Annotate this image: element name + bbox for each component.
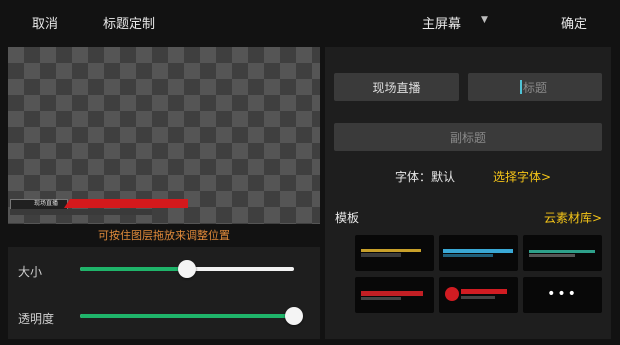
opacity-slider-fill (80, 314, 294, 318)
size-label: 大小 (18, 265, 43, 279)
preview-canvas[interactable]: 现场直播 (8, 47, 320, 224)
template-teal-bar[interactable] (523, 235, 602, 271)
choose-font-link[interactable]: 选择字体> (493, 168, 551, 185)
title-input[interactable]: 标题 (468, 73, 602, 101)
text-cursor (520, 80, 522, 94)
opacity-label: 透明度 (18, 312, 55, 326)
lower-third-red-bar (64, 199, 188, 208)
settings-panel: 现场直播 标题 副标题 字体：默认 选择字体> 模板 云素材库> ••• (325, 47, 611, 339)
template-gold-bar[interactable] (355, 235, 434, 271)
drag-hint: 可按住图层拖放来调整位置 (98, 229, 230, 242)
top-bar: 取消 标题定制 主屏幕 ▼ 确定 (0, 0, 620, 44)
size-slider[interactable] (80, 260, 294, 278)
template-cyan-bar[interactable] (439, 235, 518, 271)
size-slider-handle[interactable] (178, 260, 196, 278)
screen-selector[interactable]: 主屏幕 (422, 13, 461, 32)
page-title: 标题定制 (103, 17, 156, 32)
slider-panel: 大小 透明度 (8, 247, 320, 339)
cancel-button[interactable]: 取消 (32, 13, 58, 32)
opacity-slider[interactable] (80, 307, 303, 325)
lower-third-layer[interactable]: 现场直播 (10, 197, 190, 217)
template-more[interactable]: ••• (523, 277, 602, 313)
live-broadcast-button[interactable]: 现场直播 (334, 73, 459, 101)
opacity-slider-handle[interactable] (285, 307, 303, 325)
more-icon: ••• (547, 286, 578, 302)
template-red-circle[interactable] (439, 277, 518, 313)
lower-third-label: 现场直播 (34, 200, 59, 207)
subtitle-input[interactable]: 副标题 (334, 123, 602, 151)
cloud-library-link[interactable]: 云素材库> (544, 209, 602, 226)
template-label: 模板 (335, 211, 360, 225)
font-label: 字体：默认 (395, 170, 456, 184)
size-slider-fill (80, 267, 187, 271)
confirm-button[interactable]: 确定 (561, 13, 587, 32)
lower-third-subtitle-bar (10, 209, 152, 215)
title-placeholder: 标题 (522, 80, 547, 95)
template-red-bar[interactable] (355, 277, 434, 313)
chevron-down-icon[interactable]: ▼ (481, 15, 488, 25)
